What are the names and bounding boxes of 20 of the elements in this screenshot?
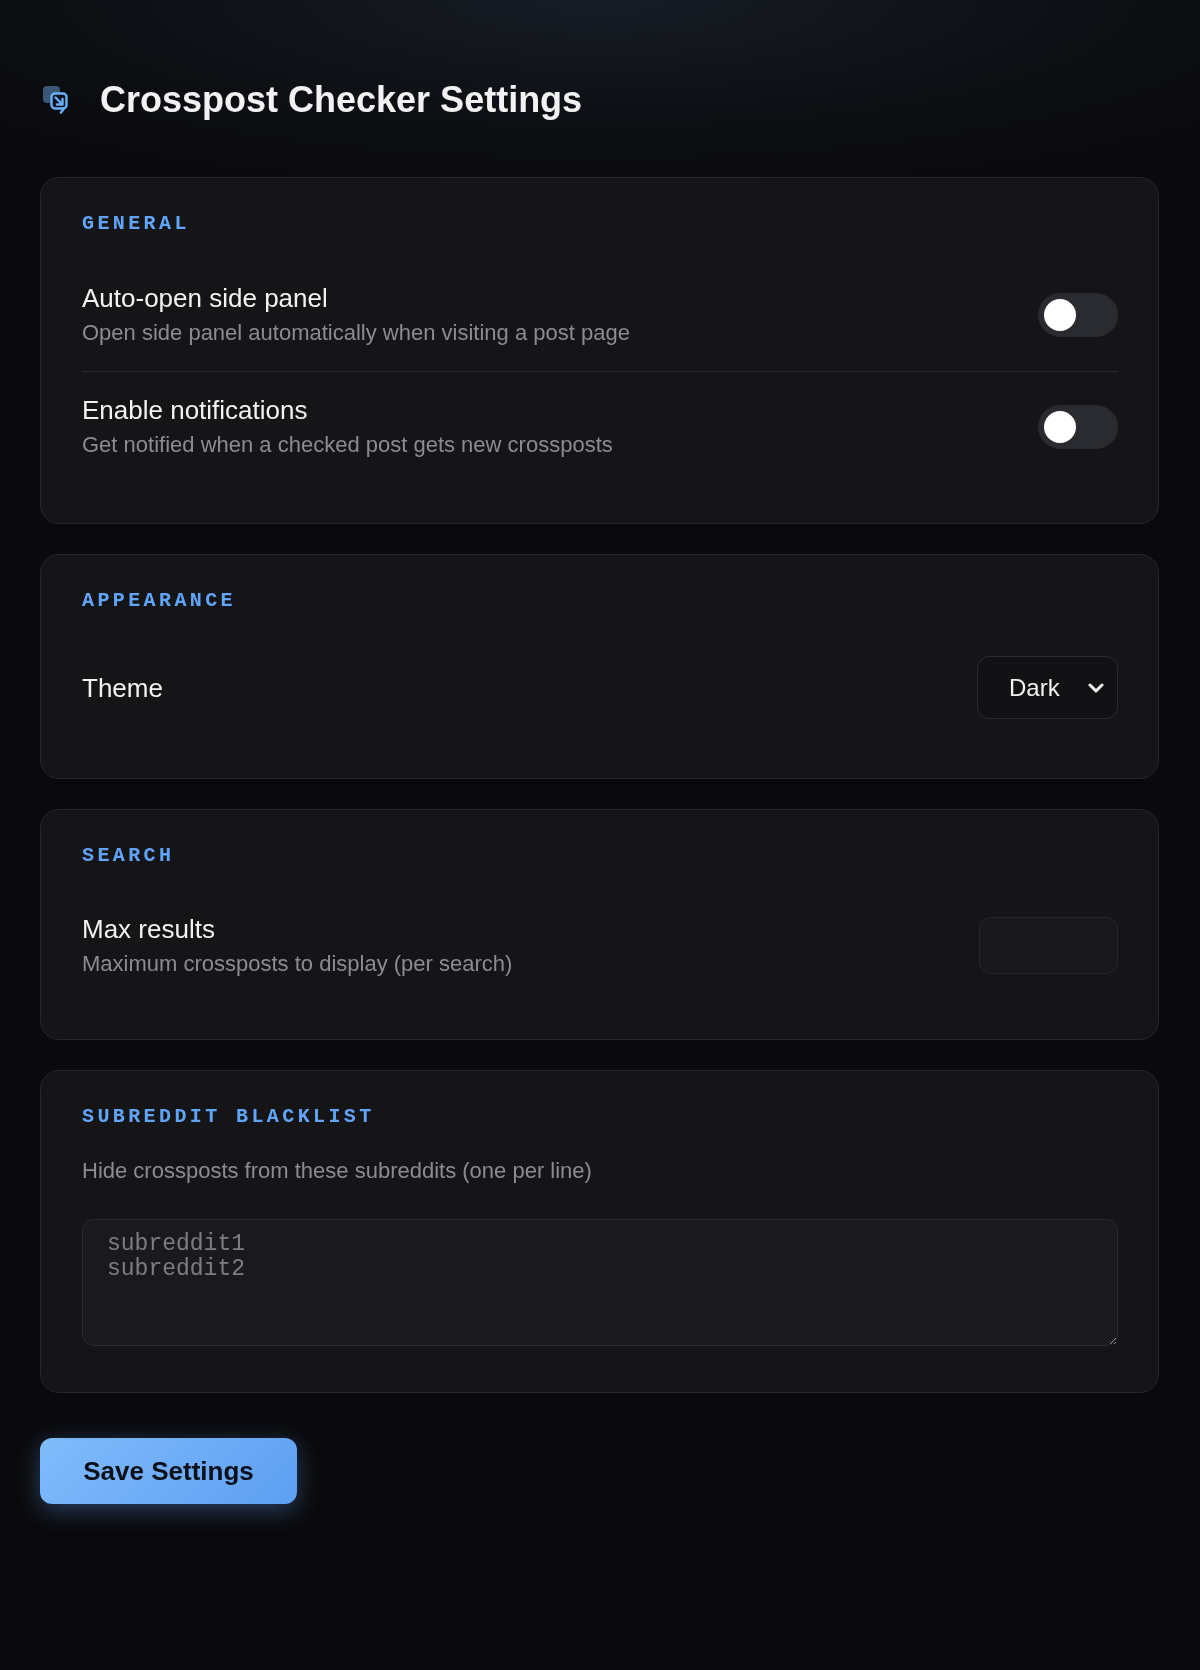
crosspost-logo-icon bbox=[43, 85, 71, 114]
setting-description: Open side panel automatically when visiting a post page bbox=[82, 319, 630, 347]
setting-description: Maximum crossposts to display (per search) bbox=[82, 950, 513, 978]
page-title: Crosspost Checker Settings bbox=[100, 78, 583, 121]
section-heading: APPEARANCE bbox=[82, 589, 237, 613]
setting-description: Get notified when a checked post gets new crossposts bbox=[82, 431, 613, 459]
theme-dropdown[interactable]: Dark bbox=[977, 656, 1118, 719]
section-heading: SUBREDDIT BLACKLIST bbox=[82, 1105, 375, 1129]
toggle-switch[interactable] bbox=[1038, 292, 1118, 337]
setting-label: Theme bbox=[82, 671, 163, 704]
setting-label: Auto-open side panel bbox=[82, 282, 328, 314]
blacklist-field[interactable]: subreddit1 subreddit2 bbox=[82, 1219, 1118, 1346]
chevron-down-icon bbox=[1088, 682, 1104, 693]
setting-label: Max results bbox=[82, 913, 215, 945]
setting-label: Enable notifications bbox=[82, 394, 308, 426]
section-heading: GENERAL bbox=[82, 212, 190, 236]
save-settings-button[interactable]: Save Settings bbox=[40, 1438, 297, 1504]
setting-description: Hide crossposts from these subreddits (one per line) bbox=[82, 1157, 592, 1185]
toggle-switch[interactable] bbox=[1038, 404, 1118, 449]
section-heading: SEARCH bbox=[82, 844, 175, 868]
